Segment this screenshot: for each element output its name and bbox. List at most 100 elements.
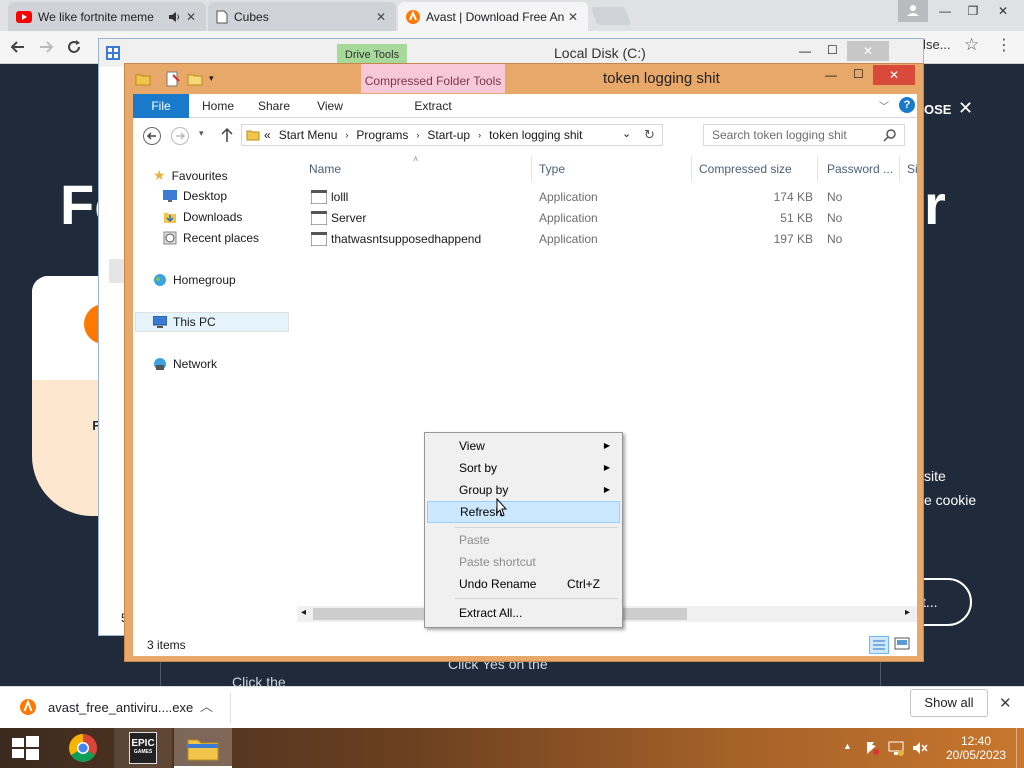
menu-item-sort-by[interactable]: Sort by ▶ [427,457,620,479]
close-icon[interactable]: ✕ [958,98,973,119]
menu-item-paste-shortcut[interactable]: Paste shortcut [427,551,620,573]
close-icon[interactable]: ✕ [999,694,1012,712]
maximize-icon[interactable]: ☐ [853,67,864,81]
new-folder-icon[interactable] [187,71,203,87]
browser-tab-youtube[interactable]: We like fortnite meme ✕ [8,2,206,31]
forward-icon[interactable] [36,37,56,57]
nav-downloads[interactable]: Downloads [163,210,242,224]
minimize-icon[interactable]: — [930,0,960,22]
minimize-icon[interactable]: — [799,44,811,58]
column-divider[interactable] [817,156,818,182]
breadcrumb-overflow[interactable]: « [264,128,271,142]
menu-item-group-by[interactable]: Group by ▶ [427,479,620,501]
maximize-icon[interactable]: ☐ [827,43,838,57]
chevron-right-icon: ▶ [603,441,610,450]
file-password: No [827,211,843,225]
network-status-icon[interactable] [888,740,904,756]
restore-icon[interactable]: ❐ [958,0,988,22]
search-icon[interactable] [883,128,897,142]
nav-desktop[interactable]: Desktop [163,189,227,203]
browser-tab-avast[interactable]: Avast | Download Free An ✕ [398,2,588,31]
chrome-taskbar-icon[interactable] [54,728,112,768]
compressed-folder-tools-tab[interactable]: Compressed Folder Tools [361,64,505,93]
properties-icon[interactable] [165,71,181,87]
column-header-type[interactable]: Type [539,162,565,176]
close-icon[interactable]: ✕ [988,0,1018,22]
nav-network[interactable]: Network [153,357,217,371]
column-header-compressed-size[interactable]: Compressed size [699,162,792,176]
file-explorer-taskbar-icon[interactable] [174,728,232,768]
show-all-button[interactable]: Show all [910,689,988,717]
chevron-up-icon[interactable]: ︿ [200,696,213,715]
chevron-down-icon[interactable]: ⌄ [622,127,631,140]
large-icons-view-icon[interactable] [893,636,911,654]
minimize-icon[interactable]: — [825,68,837,82]
bookmark-star-icon[interactable]: ☆ [964,35,979,55]
tab-home[interactable]: Home [191,94,245,118]
menu-item-view[interactable]: View ▶ [427,435,620,457]
menu-item-paste[interactable]: Paste [427,529,620,551]
tab-extract[interactable]: Extract [361,94,505,118]
reload-icon[interactable] [64,37,84,57]
window-title: token logging shit [603,70,720,87]
breadcrumb-item[interactable]: Programs [356,128,408,142]
column-divider[interactable] [531,156,532,182]
breadcrumb-item[interactable]: Start-up [427,128,470,142]
search-input[interactable]: Search token logging shit [703,124,905,146]
column-header-name[interactable]: Name [309,162,341,176]
show-desktop-button[interactable] [1016,728,1024,768]
table-row[interactable]: thatwasntsupposedhappend Application 197… [301,229,901,250]
start-button[interactable] [0,728,52,768]
menu-item-extract-all[interactable]: Extract All... [427,602,620,624]
close-icon[interactable]: ✕ [184,10,198,24]
profile-icon[interactable] [898,0,928,22]
nav-favourites[interactable]: ★ Favourites [153,167,228,184]
breadcrumb-item[interactable]: Start Menu [279,128,338,142]
clock[interactable]: 12:40 20/05/2023 [946,734,1006,762]
epic-label: GAMES [133,749,153,755]
close-icon[interactable]: ✕ [847,41,889,61]
new-tab-button[interactable] [590,7,632,25]
speaker-icon[interactable] [168,11,180,23]
tab-view[interactable]: View [303,94,357,118]
address-bar[interactable]: « Start Menu › Programs › Start-up › tok… [241,124,663,146]
recent-places-icon [163,231,177,245]
action-center-icon[interactable] [864,740,880,756]
nav-recent-places[interactable]: Recent places [163,231,259,245]
column-divider[interactable] [899,156,900,182]
column-header-size[interactable]: Si [907,162,918,176]
back-icon[interactable] [8,37,28,57]
expand-ribbon-icon[interactable]: ﹀ [879,98,889,113]
nav-homegroup[interactable]: Homegroup [153,273,236,287]
customize-qat-icon[interactable]: ▾ [209,73,214,84]
close-icon[interactable]: ✕ [873,65,915,85]
menu-icon[interactable]: ⋮ [996,35,1012,55]
close-label[interactable]: OSE [924,102,951,117]
menu-item-undo-rename[interactable]: Undo Rename Ctrl+Z [427,573,620,595]
browser-tab-cubes[interactable]: Cubes ✕ [208,2,396,31]
epic-games-taskbar-icon[interactable]: EPIC GAMES [114,728,172,768]
help-icon[interactable]: ? [899,97,915,113]
up-arrow-icon[interactable] [219,126,235,144]
breadcrumb-item[interactable]: token logging shit [489,128,582,142]
table-row[interactable]: Server Application 51 KB No [301,208,901,229]
volume-muted-icon[interactable] [912,740,928,756]
column-header-password[interactable]: Password ... [827,162,893,176]
show-hidden-icons[interactable]: ▲ [843,741,852,751]
forward-icon[interactable] [171,127,189,145]
download-filename[interactable]: avast_free_antiviru....exe [48,700,193,715]
nav-this-pc[interactable]: This PC [153,315,216,329]
column-divider[interactable] [691,156,692,182]
tab-share[interactable]: Share [247,94,301,118]
recent-locations-icon[interactable]: ▾ [199,128,204,139]
details-view-icon[interactable] [869,636,889,654]
table-row[interactable]: lolll Application 174 KB No [301,187,901,208]
close-icon[interactable]: ✕ [566,10,580,24]
scroll-left-icon[interactable]: ◂ [301,607,306,618]
menu-item-refresh[interactable]: Refresh [427,501,620,523]
back-icon[interactable] [143,127,161,145]
refresh-icon[interactable]: ↻ [644,127,655,143]
scroll-right-icon[interactable]: ▸ [905,607,910,618]
close-icon[interactable]: ✕ [374,10,388,24]
tab-file[interactable]: File [133,94,189,118]
